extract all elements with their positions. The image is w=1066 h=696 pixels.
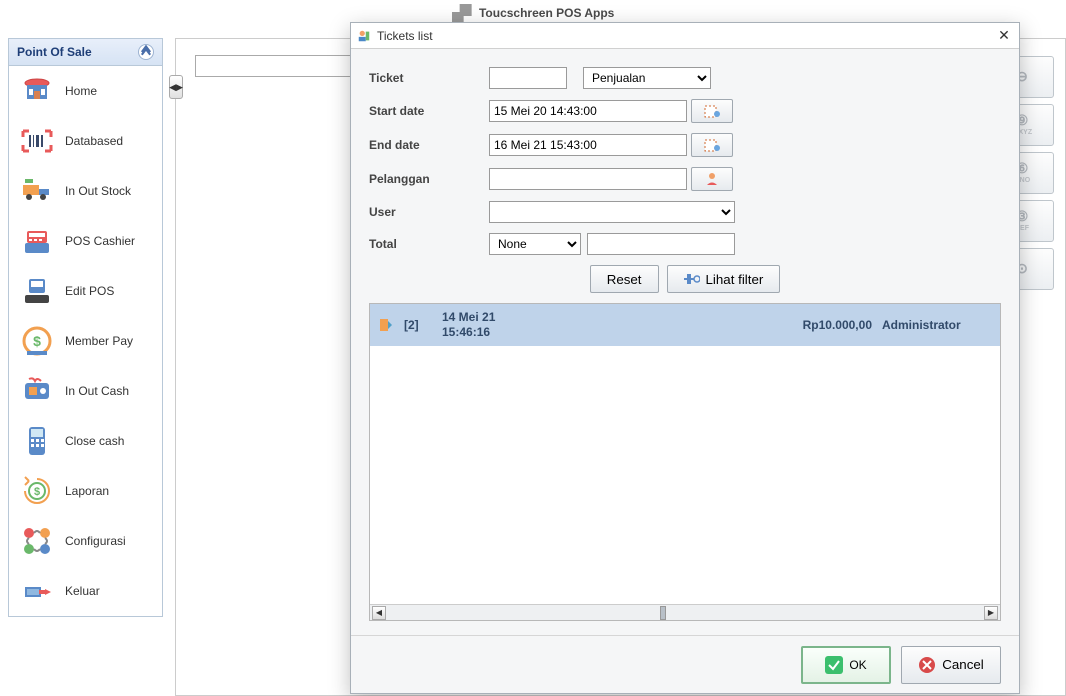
scroll-thumb[interactable] <box>660 606 666 620</box>
truck-icon <box>15 170 59 212</box>
sidebar-item-label: Home <box>65 84 97 98</box>
ticket-datetime: 14 Mei 21 15:46:16 <box>442 310 612 340</box>
sidebar-item-truck[interactable]: In Out Stock <box>9 166 162 216</box>
cancel-icon <box>918 656 936 674</box>
cancel-button[interactable]: Cancel <box>901 646 1001 684</box>
sidebar-title: Point Of Sale <box>17 45 92 59</box>
editpos-icon <box>15 270 59 312</box>
sidebar-item-label: POS Cashier <box>65 234 135 248</box>
pelanggan-input[interactable] <box>489 168 687 190</box>
close-icon[interactable]: ✕ <box>995 27 1013 45</box>
register-icon <box>15 220 59 262</box>
barcode-icon <box>15 120 59 162</box>
pelanggan-picker-button[interactable] <box>691 167 733 191</box>
sidebar-item-barcode[interactable]: Databased <box>9 116 162 166</box>
pelanggan-label: Pelanggan <box>369 172 489 186</box>
total-label: Total <box>369 237 489 251</box>
sidebar-item-config[interactable]: Configurasi <box>9 516 162 566</box>
sidebar: Point Of Sale Home Databased In Out Stock P… <box>8 38 163 617</box>
sidebar-item-label: In Out Cash <box>65 384 129 398</box>
total-operator-select[interactable]: None <box>489 233 581 255</box>
sidebar-item-terminal[interactable]: Close cash <box>9 416 162 466</box>
end-date-picker-button[interactable] <box>691 133 733 157</box>
ticket-number: [2] <box>404 318 432 332</box>
end-date-label: End date <box>369 138 489 152</box>
ticket-input[interactable] <box>489 67 567 89</box>
sidebar-item-label: Configurasi <box>65 534 126 548</box>
user-select[interactable] <box>489 201 735 223</box>
results-list: [2] 14 Mei 21 15:46:16 Rp10.000,00 Admin… <box>369 303 1001 621</box>
scanner-icon <box>452 4 472 24</box>
sidebar-item-label: Edit POS <box>65 284 114 298</box>
sidebar-item-member[interactable]: $ Member Pay <box>9 316 162 366</box>
search-input[interactable] <box>195 55 355 77</box>
sidebar-item-home[interactable]: Home <box>9 66 162 116</box>
total-input[interactable] <box>587 233 735 255</box>
ok-button[interactable]: OK <box>801 646 891 684</box>
dialog-footer: OK Cancel <box>351 635 1019 693</box>
sidebar-item-label: Databased <box>65 134 123 148</box>
scroll-left-icon[interactable]: ◀ <box>372 606 386 620</box>
chevron-up-icon[interactable] <box>138 44 154 60</box>
start-date-label: Start date <box>369 104 489 118</box>
ticket-icon <box>378 317 394 333</box>
filter-icon <box>684 273 700 285</box>
app-title: Toucschreen POS Apps <box>0 4 1066 24</box>
ticket-user: Administrator <box>882 318 992 332</box>
member-icon: $ <box>15 320 59 362</box>
terminal-icon <box>15 420 59 462</box>
ticket-label: Ticket <box>369 71 489 85</box>
tickets-list-dialog: Tickets list ✕ Ticket Penjualan Start da… <box>350 22 1020 694</box>
sidebar-item-exit[interactable]: Keluar <box>9 566 162 616</box>
start-date-input[interactable] <box>489 100 687 122</box>
ticket-row[interactable]: [2] 14 Mei 21 15:46:16 Rp10.000,00 Admin… <box>370 304 1000 346</box>
sidebar-item-label: Close cash <box>65 434 124 448</box>
sidebar-item-label: Keluar <box>65 584 100 598</box>
user-label: User <box>369 205 489 219</box>
end-date-input[interactable] <box>489 134 687 156</box>
ticket-amount: Rp10.000,00 <box>622 318 872 332</box>
sidebar-header[interactable]: Point Of Sale <box>9 39 162 66</box>
lihat-filter-button[interactable]: Lihat filter <box>667 265 781 293</box>
exit-icon <box>15 570 59 612</box>
collapse-handle[interactable]: ◀▶ <box>169 75 183 99</box>
svg-text:$: $ <box>34 486 40 498</box>
check-icon <box>825 656 843 674</box>
dialog-icon <box>357 29 371 43</box>
sidebar-item-report[interactable]: $ Laporan <box>9 466 162 516</box>
sidebar-item-label: Laporan <box>65 484 109 498</box>
app-title-text: Toucschreen POS Apps <box>479 6 614 20</box>
dialog-title: Tickets list <box>377 29 433 43</box>
sidebar-item-editpos[interactable]: Edit POS <box>9 266 162 316</box>
type-select[interactable]: Penjualan <box>583 67 711 89</box>
scroll-right-icon[interactable]: ▶ <box>984 606 998 620</box>
dialog-titlebar: Tickets list ✕ <box>351 23 1019 49</box>
sidebar-item-label: In Out Stock <box>65 184 131 198</box>
sidebar-item-register[interactable]: POS Cashier <box>9 216 162 266</box>
start-date-picker-button[interactable] <box>691 99 733 123</box>
svg-text:$: $ <box>33 333 41 349</box>
report-icon: $ <box>15 470 59 512</box>
horizontal-scrollbar[interactable]: ◀ ▶ <box>370 604 1000 620</box>
sidebar-item-cash[interactable]: In Out Cash <box>9 366 162 416</box>
reset-button[interactable]: Reset <box>590 265 659 293</box>
cash-icon <box>15 370 59 412</box>
config-icon <box>15 520 59 562</box>
home-icon <box>15 70 59 112</box>
sidebar-item-label: Member Pay <box>65 334 133 348</box>
